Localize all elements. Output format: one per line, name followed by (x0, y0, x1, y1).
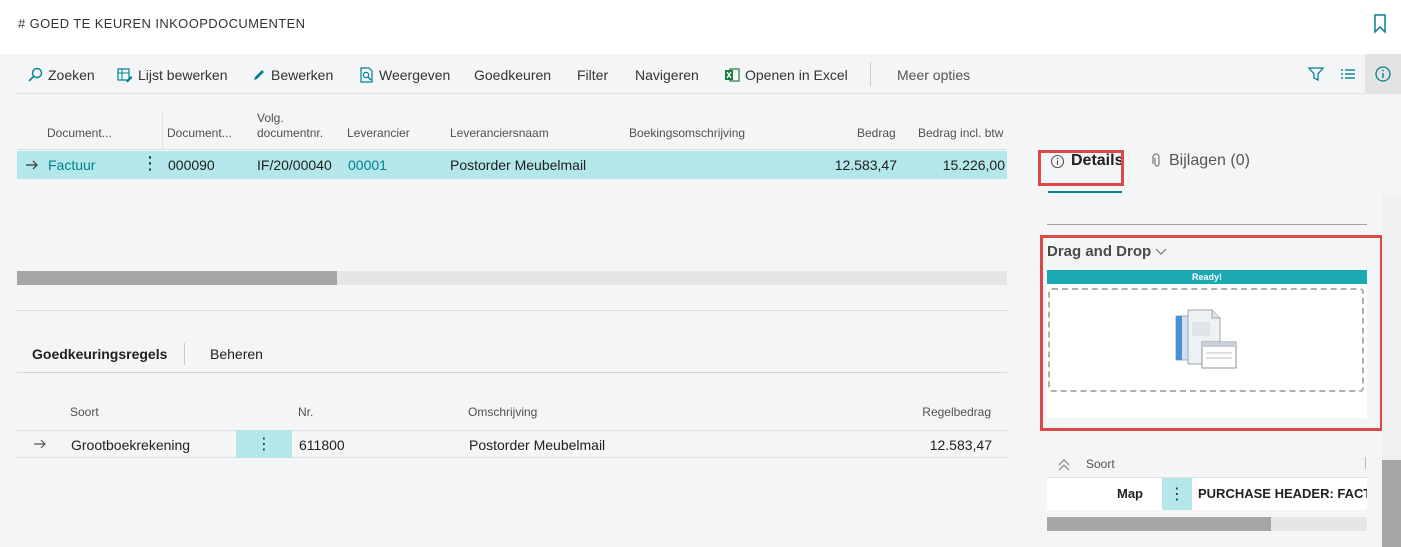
column-header-volg-2[interactable]: documentnr. (257, 126, 323, 141)
edit-list-icon (117, 68, 133, 83)
column-header-document-no[interactable]: Document... (167, 126, 232, 141)
edit-label: Bewerken (271, 67, 334, 83)
chevron-down-icon (1155, 248, 1167, 255)
cell-amount-incl-vat: 15.226,00 (942, 157, 1005, 173)
excel-icon (725, 68, 740, 82)
more-options-button[interactable]: Meer opties (897, 66, 970, 84)
tab-attachments[interactable]: Bijlagen (0) (1151, 152, 1250, 170)
ready-status-bar: Ready! (1047, 270, 1367, 284)
filter-button[interactable]: Filter (577, 66, 608, 84)
table-row[interactable]: Factuur ⋮ 000090 IF/20/00040 00001 Posto… (17, 151, 1007, 179)
cell-map-value: PURCHASE HEADER: FACT (1198, 486, 1367, 501)
subpage-tabs: Goedkeuringsregels Beheren (17, 340, 1007, 373)
tab-manage[interactable]: Beheren (210, 346, 263, 362)
pencil-icon (254, 70, 264, 80)
tab-details-underline (1048, 191, 1122, 193)
row-actions-icon[interactable]: ⋮ (141, 154, 159, 172)
cell-amount: 12.583,47 (834, 157, 897, 173)
open-in-excel-button[interactable]: Openen in Excel (724, 66, 848, 84)
drag-and-drop-title: Drag and Drop (1047, 243, 1152, 260)
approve-label: Goedkeuren (474, 67, 552, 83)
column-header-amount-incl-vat[interactable]: Bedrag incl. btw (918, 126, 1003, 141)
title-bar: # GOED TE KEUREN INKOOPDOCUMENTEN (0, 0, 1401, 54)
column-header-posting-description[interactable]: Boekingsomschrijving (629, 126, 745, 141)
factbox-vertical-scrollbar[interactable] (1382, 195, 1401, 547)
cell-description: Postorder Meubelmail (469, 437, 606, 453)
column-header-volg-1[interactable]: Volg. (257, 111, 284, 126)
factbox-horizontal-scrollbar[interactable] (1047, 517, 1367, 531)
approve-button[interactable]: Goedkeuren (474, 66, 551, 84)
info-icon (1375, 66, 1391, 82)
view-document-icon (360, 67, 373, 83)
grid-scroll-thumb[interactable] (17, 271, 337, 285)
column-header-amount[interactable]: Bedrag (857, 126, 896, 141)
navigate-button[interactable]: Navigeren (635, 66, 699, 84)
factbox-toggle-button[interactable] (1365, 54, 1401, 94)
more-options-label: Meer opties (897, 67, 971, 83)
view-toggle-group (1301, 54, 1401, 94)
column-header-line-amount[interactable]: Regelbedrag (922, 405, 991, 420)
factbox-list-header: Soort (1047, 449, 1367, 477)
cell-volg-document-no: IF/20/00040 (257, 157, 332, 173)
cell-vendor[interactable]: 00001 (348, 157, 387, 173)
column-header-document-type[interactable]: Document... (47, 126, 112, 141)
section-divider (17, 310, 1007, 311)
cell-document-type[interactable]: Factuur (48, 157, 95, 173)
factbox-hscroll-thumb[interactable] (1047, 517, 1271, 531)
cell-document-no: 000090 (168, 157, 215, 173)
edit-list-label: Lijst bewerken (138, 67, 228, 83)
grid-header: Document... Document... Volg. documentnr… (17, 110, 1007, 150)
cell-vendor-name: Postorder Meubelmail (450, 157, 587, 173)
collapse-up-icon[interactable] (1057, 458, 1071, 472)
cell-map-label: Map (1117, 486, 1143, 501)
column-divider (162, 110, 163, 150)
navigate-label: Navigeren (635, 67, 699, 83)
file-drop-zone[interactable] (1048, 288, 1364, 392)
view-label: Weergeven (379, 67, 451, 83)
action-bar: Zoeken Lijst bewerken Bewerken Weergeven… (17, 54, 1401, 94)
row-actions-icon[interactable]: ⋮ (236, 430, 292, 458)
open-excel-label: Openen in Excel (745, 67, 848, 83)
search-button[interactable]: Zoeken (27, 66, 95, 84)
factbox-scroll-thumb[interactable] (1382, 460, 1401, 547)
bookmark-icon[interactable] (1373, 14, 1387, 34)
column-header-no[interactable]: Nr. (298, 405, 313, 420)
edit-list-button[interactable]: Lijst bewerken (117, 66, 228, 84)
column-header-description[interactable]: Omschrijving (468, 405, 537, 420)
list-item[interactable]: Map ⋮ PURCHASE HEADER: FACT (1047, 477, 1367, 510)
search-label: Zoeken (48, 67, 95, 83)
documents-icon (1175, 309, 1237, 369)
highlight-box-details (1038, 150, 1124, 186)
list-view-icon[interactable] (1339, 65, 1357, 83)
column-divider (1365, 457, 1366, 469)
column-header-vendor[interactable]: Leverancier (347, 126, 410, 141)
column-header-vendor-name[interactable]: Leveranciersnaam (450, 126, 549, 141)
search-icon (28, 67, 43, 82)
row-actions-icon[interactable]: ⋮ (1162, 478, 1192, 510)
tab-approval-lines[interactable]: Goedkeuringsregels (32, 346, 167, 362)
filter-icon[interactable] (1307, 65, 1325, 83)
cell-type: Grootboekrekening (71, 437, 191, 453)
subpage-tab-divider (184, 343, 185, 365)
factbox-separator (1047, 224, 1367, 225)
cell-no: 611800 (299, 437, 345, 453)
table-row[interactable]: Grootboekrekening ⋮ 611800 Postorder Meu… (17, 430, 1007, 458)
drag-and-drop-panel: Ready! (1047, 270, 1367, 418)
grid-horizontal-scrollbar[interactable] (17, 271, 1007, 285)
edit-button[interactable]: Bewerken (252, 66, 333, 84)
cell-line-amount: 12.583,47 (929, 437, 992, 453)
column-header-type[interactable]: Soort (70, 405, 99, 420)
action-divider (870, 62, 871, 86)
row-arrow-icon (34, 439, 46, 449)
factbox-pane: Details Bijlagen (0) Drag and Drop Ready… (1038, 140, 1401, 547)
drag-and-drop-header[interactable]: Drag and Drop (1047, 243, 1167, 260)
tab-attachments-label: Bijlagen (0) (1169, 152, 1250, 169)
view-button[interactable]: Weergeven (359, 66, 450, 84)
row-arrow-icon (26, 160, 38, 170)
subpage-grid-header: Soort Nr. Omschrijving Regelbedrag (17, 405, 1007, 425)
column-header-soort[interactable]: Soort (1086, 457, 1115, 471)
page-title: # GOED TE KEUREN INKOOPDOCUMENTEN (18, 16, 306, 31)
filter-label: Filter (577, 67, 609, 83)
paperclip-icon (1152, 153, 1160, 167)
